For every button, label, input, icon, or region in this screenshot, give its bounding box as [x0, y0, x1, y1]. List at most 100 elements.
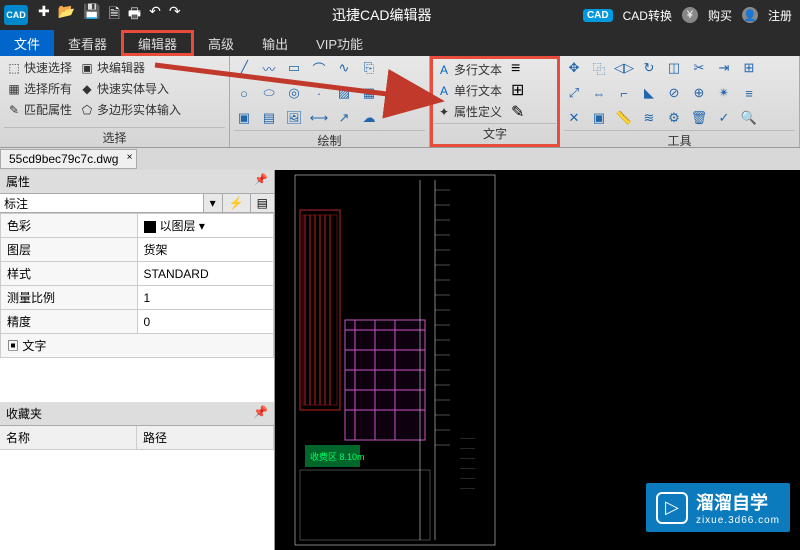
select-all-button[interactable]: ▦选择所有: [4, 79, 74, 98]
block-editor-button[interactable]: ▣块编辑器: [77, 58, 183, 77]
text-align-icon[interactable]: ⊞: [511, 80, 524, 100]
svg-text:———: ———: [460, 486, 475, 492]
cursor-icon: ⬚: [6, 60, 22, 76]
saveas-icon[interactable]: 🗎: [109, 3, 120, 27]
align-icon[interactable]: ≡: [739, 83, 759, 103]
point-icon[interactable]: ·: [309, 83, 329, 103]
cad-convert-button[interactable]: CAD转换: [623, 7, 672, 24]
insert-icon[interactable]: ⎘: [359, 58, 379, 78]
join-icon[interactable]: ⊕: [689, 83, 709, 103]
tab-vip[interactable]: VIP功能: [302, 30, 377, 56]
dim-icon[interactable]: ⟷: [309, 108, 329, 128]
arc-icon[interactable]: ⌒: [309, 58, 329, 78]
group-label-text: 文字: [434, 123, 556, 143]
rotate-icon[interactable]: ↻: [639, 58, 659, 78]
block-icon: ▣: [79, 60, 95, 76]
purge-icon[interactable]: 🗑: [689, 108, 709, 128]
col-name[interactable]: 名称: [0, 426, 137, 449]
close-tab-icon[interactable]: ×: [127, 152, 133, 163]
attr-icon: ✦: [436, 104, 452, 120]
array-icon[interactable]: ⊞: [739, 58, 759, 78]
layer-icon[interactable]: ≋: [639, 108, 659, 128]
tab-editor[interactable]: 编辑器: [121, 30, 194, 56]
singleline-text-button[interactable]: A单行文本: [434, 81, 504, 100]
svg-text:———: ———: [460, 436, 475, 442]
table-icon[interactable]: ▤: [259, 108, 279, 128]
chamfer-icon[interactable]: ◣: [639, 83, 659, 103]
tab-file[interactable]: 文件: [0, 30, 54, 56]
leader-icon[interactable]: ↗: [334, 108, 354, 128]
image-icon[interactable]: 🖼: [284, 108, 304, 128]
cloud-icon[interactable]: ☁: [359, 108, 379, 128]
document-filename: 55cd9bec79c7c.dwg: [9, 152, 118, 166]
fav-pin-icon[interactable]: 📌: [253, 405, 268, 422]
text-style-icon[interactable]: ≡: [511, 60, 524, 78]
extend-icon[interactable]: ⇥: [714, 58, 734, 78]
fillet-icon[interactable]: ⌐: [614, 83, 634, 103]
props-icon[interactable]: ⚙: [664, 108, 684, 128]
user-icon: 👤: [742, 7, 758, 23]
stretch-icon[interactable]: ⇔: [589, 83, 609, 103]
erase-icon[interactable]: ✕: [564, 108, 584, 128]
register-button[interactable]: 注册: [768, 7, 792, 24]
measure-icon[interactable]: 📏: [614, 108, 634, 128]
import-icon: ◆: [79, 81, 95, 97]
polyline-icon[interactable]: 〰: [259, 58, 279, 78]
text-edit-icon[interactable]: ✎: [511, 102, 524, 122]
watermark-url: zixue.3d66.com: [696, 515, 780, 526]
circle-icon[interactable]: ○: [234, 83, 254, 103]
document-tab[interactable]: 55cd9bec79c7c.dwg ×: [0, 149, 137, 169]
hatch-icon[interactable]: ▨: [334, 83, 354, 103]
multiline-text-button[interactable]: A多行文本: [434, 60, 504, 79]
scale-icon[interactable]: ⤢: [564, 83, 584, 103]
select-all-icon: ▦: [6, 81, 22, 97]
donut-icon[interactable]: ◎: [284, 83, 304, 103]
attr-def-button[interactable]: ✦属性定义: [434, 102, 504, 121]
quick-solid-import-button[interactable]: ◆快速实体导入: [77, 79, 183, 98]
buy-button[interactable]: 购买: [708, 7, 732, 24]
pin-icon[interactable]: 📌: [254, 173, 268, 190]
table-row: 精度0: [1, 310, 274, 334]
explode-icon[interactable]: ✴: [714, 83, 734, 103]
watermark-title: 溜溜自学: [696, 489, 780, 515]
spline-icon[interactable]: ∿: [334, 58, 354, 78]
redo-icon[interactable]: ↷: [169, 3, 181, 27]
match-prop-button[interactable]: ✎匹配属性: [4, 100, 74, 119]
quick-select-button[interactable]: ⬚快速选择: [4, 58, 74, 77]
combo-filter-icon[interactable]: ⚡: [222, 194, 250, 212]
new-icon[interactable]: ✚: [38, 3, 50, 27]
line-icon[interactable]: ╱: [234, 58, 254, 78]
group-label-draw: 绘制: [234, 130, 425, 150]
find-icon[interactable]: 🔍: [739, 108, 759, 128]
col-path[interactable]: 路径: [137, 426, 274, 449]
copy-icon[interactable]: ⿻: [589, 58, 609, 78]
poly-solid-input-button[interactable]: ⬠多边形实体输入: [77, 100, 183, 119]
svg-text:———: ———: [460, 446, 475, 452]
ellipse-icon[interactable]: ⬭: [259, 83, 279, 103]
move-icon[interactable]: ✥: [564, 58, 584, 78]
save-icon[interactable]: 💾: [83, 3, 100, 27]
audit-icon[interactable]: ✓: [714, 108, 734, 128]
rect-icon[interactable]: ▭: [284, 58, 304, 78]
open-icon[interactable]: 📂: [58, 3, 75, 27]
break-icon[interactable]: ⊘: [664, 83, 684, 103]
tab-advanced[interactable]: 高级: [194, 30, 248, 56]
table-row: 测量比例1: [1, 286, 274, 310]
object-type-combo[interactable]: [0, 194, 203, 212]
print-icon[interactable]: 🖶: [128, 3, 141, 27]
combo-pick-icon[interactable]: ▤: [250, 194, 274, 212]
undo-icon[interactable]: ↶: [149, 3, 161, 27]
table-row: 色彩以图层 ▾: [1, 214, 274, 238]
block-insert-icon[interactable]: ▣: [234, 108, 254, 128]
combo-dropdown-icon[interactable]: ▾: [203, 194, 222, 212]
coin-icon: ¥: [682, 7, 698, 23]
color-swatch-icon: [144, 221, 156, 233]
mirror-icon[interactable]: ◁▷: [614, 58, 634, 78]
trim-icon[interactable]: ✂: [689, 58, 709, 78]
region-icon[interactable]: ▦: [359, 83, 379, 103]
offset-icon[interactable]: ◫: [664, 58, 684, 78]
brush-icon: ✎: [6, 102, 22, 118]
tab-output[interactable]: 输出: [248, 30, 302, 56]
tab-viewer[interactable]: 查看器: [54, 30, 121, 56]
group-icon[interactable]: ▣: [589, 108, 609, 128]
